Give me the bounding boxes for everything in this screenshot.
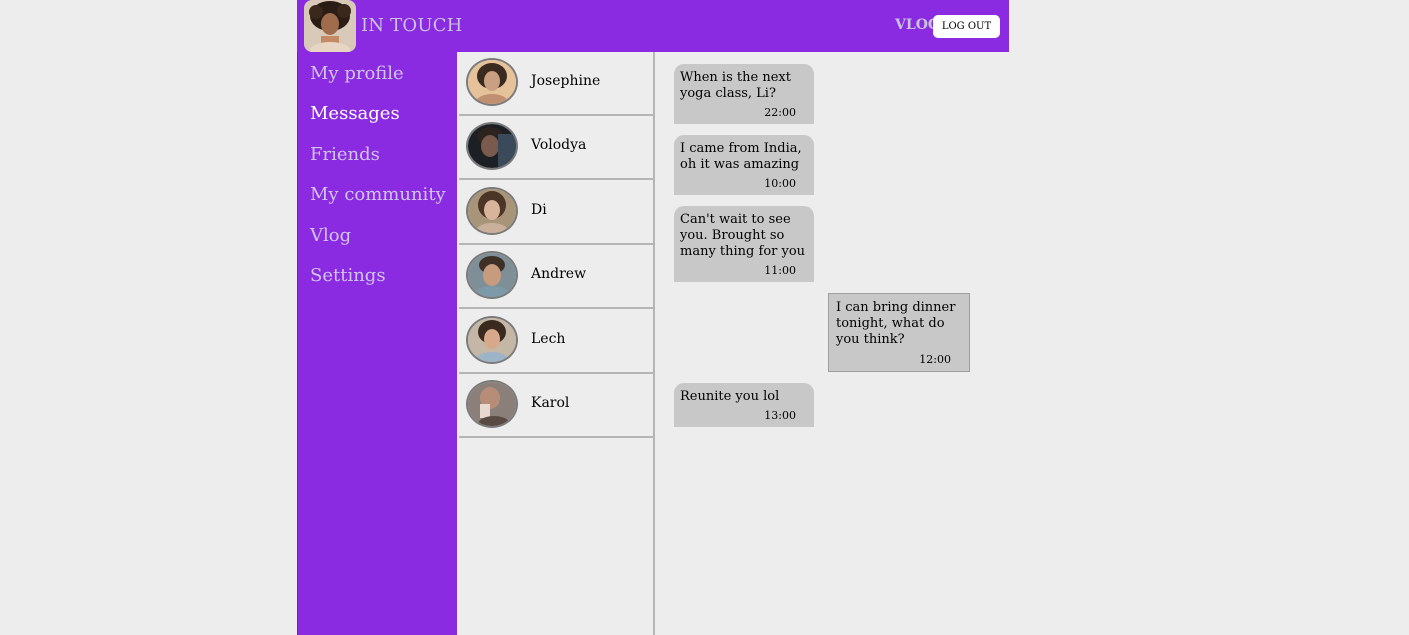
message-time: 10:00 <box>764 177 796 190</box>
message-text: I can bring dinner tonight, what do you … <box>836 300 956 347</box>
contact-name: Andrew <box>531 266 587 282</box>
avatar <box>466 380 518 428</box>
profile-avatar-logo[interactable] <box>304 0 356 52</box>
avatar <box>466 187 518 235</box>
logout-button[interactable]: LOG OUT <box>933 15 1000 38</box>
sidebar-item-settings[interactable]: Settings <box>310 265 386 286</box>
contact-list: Josephine Volodya Di Andrew Lech Karol <box>457 52 655 635</box>
message-time: 22:00 <box>764 106 796 119</box>
message-text: Can't wait to see you. Brought so many t… <box>680 212 806 259</box>
app-window: IN TOUCH VLOG LOG OUT My profile Message… <box>297 0 1009 635</box>
avatar <box>466 58 518 106</box>
contact-item-volodya[interactable]: Volodya <box>459 116 654 180</box>
brand-title: IN TOUCH <box>361 15 463 36</box>
sidebar-item-my-community[interactable]: My community <box>310 184 446 205</box>
contact-item-lech[interactable]: Lech <box>459 310 654 374</box>
contact-name: Lech <box>531 331 566 347</box>
sidebar-item-my-profile[interactable]: My profile <box>310 63 404 84</box>
chat-panel: When is the next yoga class, Li? 22:00 I… <box>657 52 1009 635</box>
contact-name: Volodya <box>531 137 587 153</box>
sidebar-item-vlog[interactable]: Vlog <box>310 225 351 246</box>
message-bubble: Can't wait to see you. Brought so many t… <box>674 206 814 282</box>
message-text: When is the next yoga class, Li? <box>680 70 791 101</box>
avatar <box>466 316 518 364</box>
contact-item-karol[interactable]: Karol <box>459 374 654 438</box>
message-bubble-outgoing: I can bring dinner tonight, what do you … <box>828 293 970 372</box>
contact-item-andrew[interactable]: Andrew <box>459 245 654 309</box>
top-header: IN TOUCH VLOG LOG OUT <box>297 0 1009 52</box>
message-text: I came from India, oh it was amazing <box>680 141 802 172</box>
avatar <box>466 251 518 299</box>
message-time: 11:00 <box>764 264 796 277</box>
sidebar-item-friends[interactable]: Friends <box>310 144 380 165</box>
contact-item-di[interactable]: Di <box>459 181 654 245</box>
message-time: 12:00 <box>919 353 951 366</box>
message-bubble: I came from India, oh it was amazing 10:… <box>674 135 814 195</box>
contact-item-josephine[interactable]: Josephine <box>459 52 654 116</box>
avatar <box>466 122 518 170</box>
contact-name: Karol <box>531 395 570 411</box>
sidebar-item-messages[interactable]: Messages <box>310 103 400 124</box>
message-bubble: Reunite you lol 13:00 <box>674 383 814 427</box>
message-bubble: When is the next yoga class, Li? 22:00 <box>674 64 814 124</box>
sidebar-nav: My profile Messages Friends My community… <box>297 52 457 635</box>
message-time: 13:00 <box>764 409 796 422</box>
contact-name: Di <box>531 202 547 218</box>
contact-name: Josephine <box>531 73 601 89</box>
message-text: Reunite you lol <box>680 389 780 404</box>
